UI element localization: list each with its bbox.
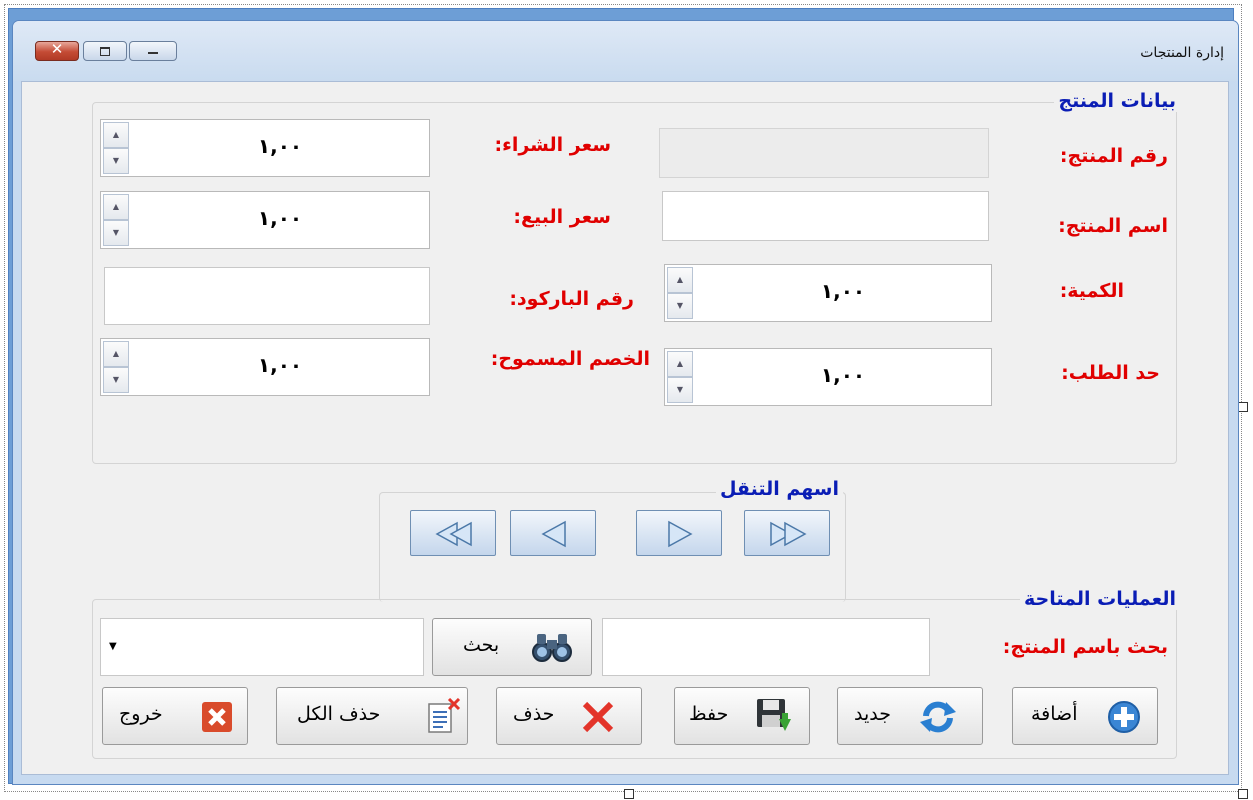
- dropdown-arrow-icon[interactable]: ▼: [109, 641, 117, 652]
- double-right-arrow-icon: [770, 521, 807, 547]
- binoculars-icon: [532, 634, 572, 662]
- discount-stepper[interactable]: ▲ ▼ ١,٠٠: [100, 338, 430, 396]
- spin-down-icon[interactable]: ▼: [103, 148, 129, 174]
- quantity-value: ١,٠٠: [820, 279, 866, 303]
- new-button-label: جديد: [854, 703, 891, 725]
- nav-next-button[interactable]: [636, 510, 722, 556]
- quantity-stepper[interactable]: ▲ ▼ ١,٠٠: [664, 264, 992, 322]
- spin-up-icon[interactable]: ▲: [103, 194, 129, 220]
- add-circle-icon: [1108, 701, 1140, 733]
- exit-button-label: خروج: [119, 703, 163, 725]
- spin-up-icon[interactable]: ▲: [103, 341, 129, 367]
- refresh-icon: [920, 701, 956, 733]
- barcode-field[interactable]: [104, 267, 430, 325]
- product-id-field[interactable]: [659, 128, 989, 178]
- exit-close-icon: [202, 702, 232, 732]
- save-button[interactable]: حفظ: [674, 687, 810, 745]
- sale-price-value: ١,٠٠: [257, 206, 303, 230]
- spin-up-icon[interactable]: ▲: [103, 122, 129, 148]
- spin-down-icon[interactable]: ▼: [667, 293, 693, 319]
- save-disk-icon: [757, 699, 791, 731]
- maximize-button[interactable]: [83, 41, 127, 61]
- search-button[interactable]: بحث: [432, 618, 592, 676]
- quantity-spin-buttons[interactable]: ▲ ▼: [667, 267, 693, 319]
- purchase-price-value: ١,٠٠: [257, 134, 303, 158]
- search-by-name-label: بحث باسم المنتج:: [1002, 636, 1168, 658]
- window-title: إدارة المنتجات: [1140, 45, 1224, 61]
- delete-all-button-label: حذف الكل: [297, 703, 381, 725]
- discount-spin-buttons[interactable]: ▲ ▼: [103, 341, 129, 393]
- resize-handle-bottom[interactable]: [624, 789, 634, 799]
- product-id-label: رقم المنتج:: [1059, 145, 1168, 167]
- new-button[interactable]: جديد: [837, 687, 983, 745]
- minimize-button[interactable]: [129, 41, 177, 61]
- search-field[interactable]: [602, 618, 930, 676]
- reorder-limit-stepper[interactable]: ▲ ▼ ١,٠٠: [664, 348, 992, 406]
- discount-label: الخصم المسموح:: [490, 348, 650, 370]
- search-button-label: بحث: [463, 634, 500, 656]
- delete-all-icon: [428, 698, 461, 733]
- navigation-group-title: اسهم التنقل: [715, 478, 843, 500]
- spin-up-icon[interactable]: ▲: [667, 267, 693, 293]
- left-arrow-icon: [541, 520, 566, 548]
- purchase-price-label: سعر الشراء:: [494, 134, 611, 156]
- delete-button-label: حذف: [513, 703, 555, 725]
- add-button-label: أضافة: [1031, 703, 1078, 725]
- spin-up-icon[interactable]: ▲: [667, 351, 693, 377]
- nav-first-button[interactable]: [410, 510, 496, 556]
- sale-price-spin-buttons[interactable]: ▲ ▼: [103, 194, 129, 246]
- minimize-icon: [148, 52, 158, 54]
- delete-x-icon: [582, 701, 614, 733]
- product-data-group-title: بيانات المنتج: [1054, 90, 1180, 112]
- sale-price-stepper[interactable]: ▲ ▼ ١,٠٠: [100, 191, 430, 249]
- sale-price-label: سعر البيع:: [513, 206, 611, 228]
- reorder-spin-buttons[interactable]: ▲ ▼: [667, 351, 693, 403]
- quantity-label: الكمية:: [1059, 280, 1124, 302]
- form-client-area: بيانات المنتج رقم المنتج: اسم المنتج: ال…: [21, 81, 1229, 775]
- nav-previous-button[interactable]: [510, 510, 596, 556]
- product-name-field[interactable]: [662, 191, 989, 241]
- spin-down-icon[interactable]: ▼: [103, 367, 129, 393]
- delete-button[interactable]: حذف: [496, 687, 642, 745]
- resize-handle-right[interactable]: [1238, 402, 1248, 412]
- product-name-label: اسم المنتج:: [1058, 215, 1168, 237]
- save-button-label: حفظ: [689, 703, 729, 725]
- close-icon: ✕: [50, 40, 64, 58]
- close-button[interactable]: ✕: [35, 40, 79, 61]
- delete-all-button[interactable]: حذف الكل: [276, 687, 468, 745]
- spin-down-icon[interactable]: ▼: [103, 220, 129, 246]
- operations-group-title: العمليات المتاحة: [1020, 588, 1180, 610]
- products-combobox[interactable]: ▼: [100, 618, 424, 676]
- double-left-arrow-icon: [435, 521, 472, 547]
- barcode-label: رقم الباركود:: [509, 288, 634, 310]
- exit-button[interactable]: خروج: [102, 687, 248, 745]
- reorder-limit-label: حد الطلب:: [1061, 362, 1160, 384]
- product-management-window: إدارة المنتجات ✕ بيانات المنتج رقم المنت…: [12, 20, 1239, 785]
- spin-down-icon[interactable]: ▼: [667, 377, 693, 403]
- reorder-limit-value: ١,٠٠: [820, 363, 866, 387]
- purchase-price-spin-buttons[interactable]: ▲ ▼: [103, 122, 129, 174]
- nav-last-button[interactable]: [744, 510, 830, 556]
- resize-handle-corner[interactable]: [1238, 789, 1248, 799]
- purchase-price-stepper[interactable]: ▲ ▼ ١,٠٠: [100, 119, 430, 177]
- title-bar[interactable]: إدارة المنتجات ✕: [13, 21, 1238, 81]
- add-button[interactable]: أضافة: [1012, 687, 1158, 745]
- right-arrow-icon: [668, 520, 693, 548]
- maximize-icon: [100, 47, 110, 56]
- discount-value: ١,٠٠: [257, 353, 303, 377]
